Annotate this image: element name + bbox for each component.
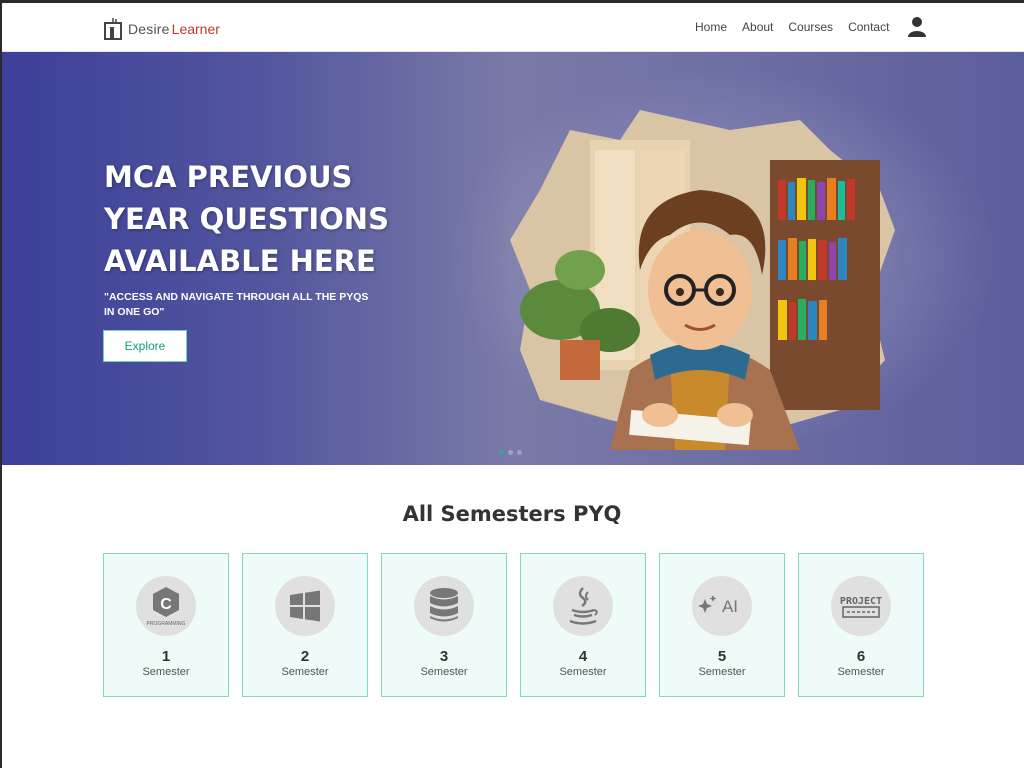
nav-links: Home About Courses Contact: [695, 20, 889, 34]
java-icon: [553, 576, 613, 636]
navbar: Desire Learner Home About Courses Contac…: [2, 3, 1024, 52]
semester-number: 5: [717, 648, 727, 665]
semester-label: Semester: [837, 666, 885, 678]
svg-text:AI: AI: [722, 597, 738, 616]
hero-title: MCA PREVIOUS YEAR QUESTIONS AVAILABLE HE…: [104, 160, 389, 278]
carousel-dot-1[interactable]: [499, 450, 504, 455]
carousel-dot-3[interactable]: [517, 450, 522, 455]
semester-number: 4: [578, 648, 588, 665]
explore-button[interactable]: Explore: [103, 330, 187, 362]
semester-card-6[interactable]: PROJECT 6 Semester: [798, 553, 924, 697]
semester-label: Semester: [420, 666, 468, 678]
semester-card-3[interactable]: 3 Semester: [381, 553, 507, 697]
svg-text:PROJECT: PROJECT: [840, 596, 882, 607]
database-icon: [414, 576, 474, 636]
user-account-icon[interactable]: [908, 16, 926, 38]
logo-mark-icon: [104, 17, 126, 41]
ai-sparkle-icon: AI: [692, 576, 752, 636]
carousel-indicators: [499, 450, 522, 455]
semester-card-5[interactable]: AI 5 Semester: [659, 553, 785, 697]
nav-about-link[interactable]: About: [742, 20, 773, 34]
c-programming-icon: C PROGRAMMING: [136, 576, 196, 636]
semester-card-2[interactable]: 2 Semester: [242, 553, 368, 697]
semester-number: 3: [439, 648, 449, 665]
site-logo[interactable]: Desire Learner: [104, 15, 220, 43]
semester-label: Semester: [559, 666, 607, 678]
nav-home-link[interactable]: Home: [695, 20, 727, 34]
semester-cards: C PROGRAMMING 1 Semester 2 Semester 3 Se…: [103, 553, 924, 697]
windows-icon: [275, 576, 335, 636]
semester-number: 2: [300, 648, 310, 665]
semester-card-4[interactable]: 4 Semester: [520, 553, 646, 697]
nav-courses-link[interactable]: Courses: [788, 20, 833, 34]
logo-text-desire: Desire: [128, 21, 170, 37]
semester-label: Semester: [281, 666, 329, 678]
semester-label: Semester: [142, 666, 190, 678]
section-title: All Semesters PYQ: [402, 502, 622, 526]
semester-card-1[interactable]: C PROGRAMMING 1 Semester: [103, 553, 229, 697]
nav-contact-link[interactable]: Contact: [848, 20, 889, 34]
project-icon: PROJECT: [831, 576, 891, 636]
semester-number: 1: [161, 648, 171, 665]
svg-text:C: C: [160, 596, 172, 613]
carousel-dot-2[interactable]: [508, 450, 513, 455]
logo-text-learner: Learner: [171, 21, 220, 37]
semester-label: Semester: [698, 666, 746, 678]
hero-illustration-student: [500, 70, 900, 455]
svg-text:PROGRAMMING: PROGRAMMING: [147, 621, 186, 627]
hero-banner: MCA PREVIOUS YEAR QUESTIONS AVAILABLE HE…: [2, 52, 1024, 465]
semester-number: 6: [856, 648, 866, 665]
hero-subtitle: "ACCESS AND NAVIGATE THROUGH ALL THE PYQ…: [104, 291, 369, 318]
